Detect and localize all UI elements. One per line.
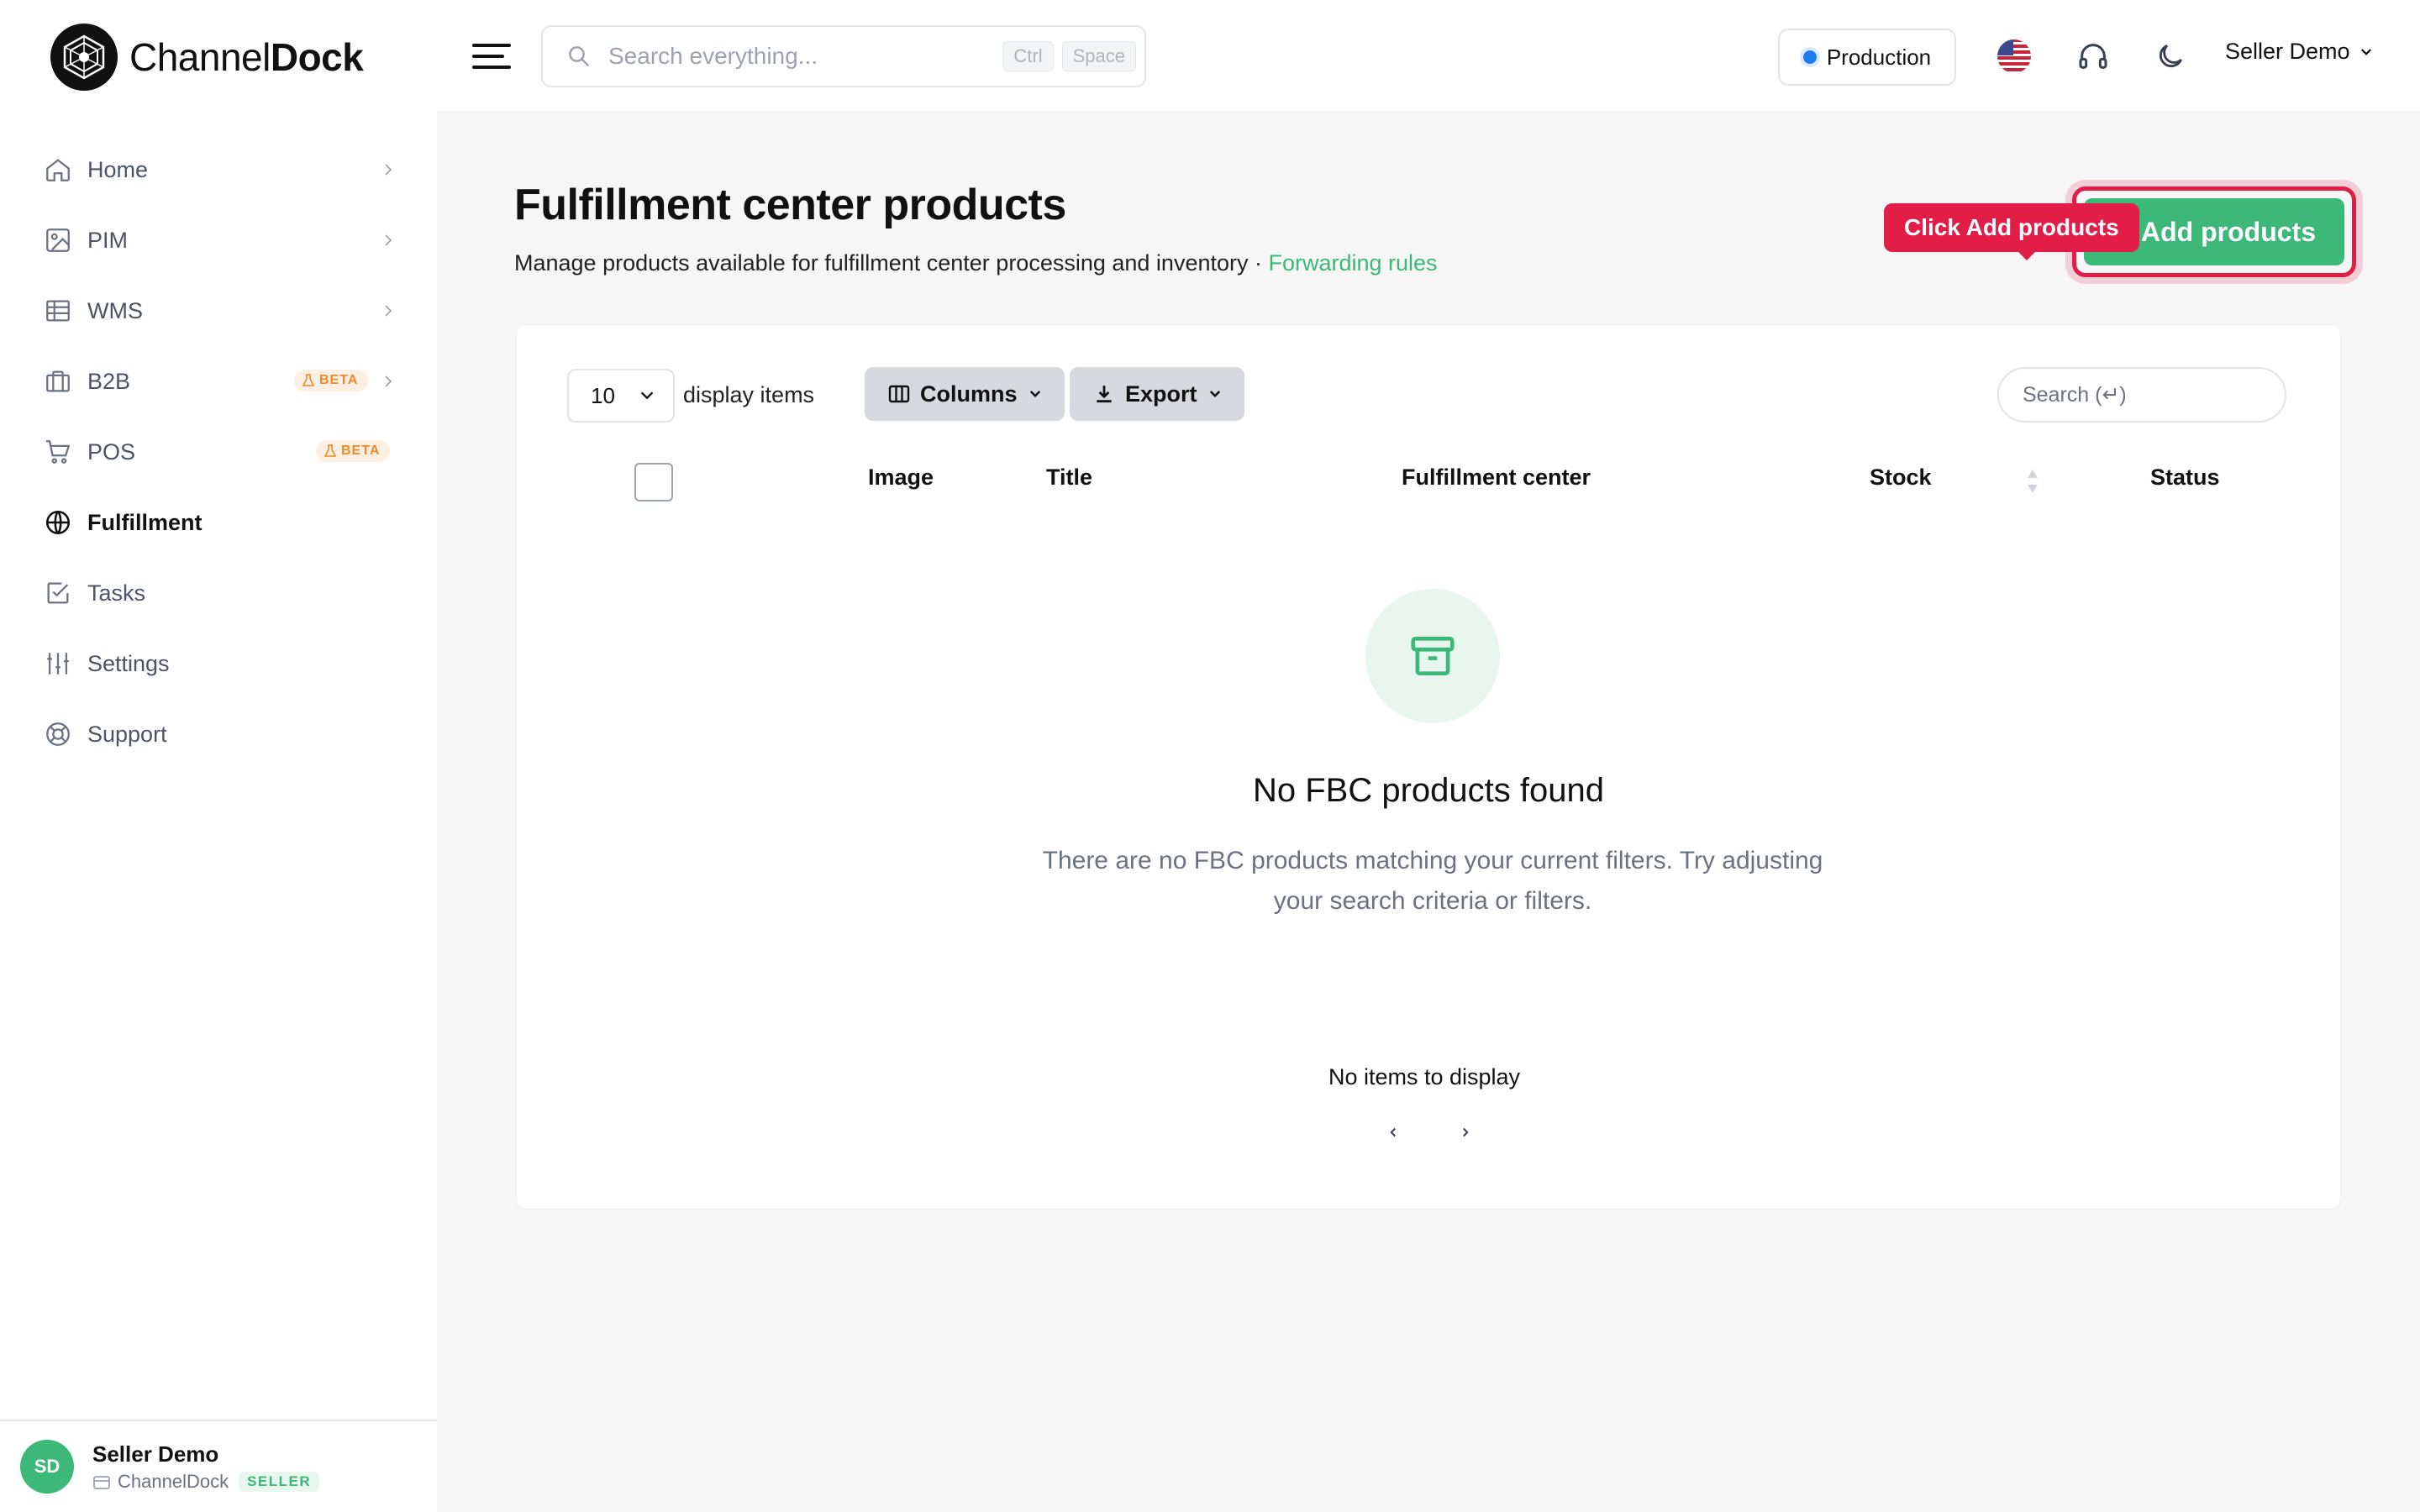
sidebar-item-label: Home [87, 156, 149, 182]
archive-box-icon [1411, 637, 1455, 675]
sidebar-item-label: PIM [87, 227, 129, 253]
user-org-row: ChannelDock SELLER [92, 1470, 320, 1493]
column-header-status[interactable]: Status [2150, 465, 2220, 491]
sidebar-item-b2b[interactable]: B2B BETA [0, 346, 437, 417]
sliders-icon [44, 649, 72, 678]
column-header-stock[interactable]: Stock [1870, 465, 1932, 491]
headset-icon[interactable] [2074, 37, 2112, 76]
sidebar-item-pim[interactable]: PIM [0, 205, 437, 276]
dark-mode-moon-icon[interactable] [2151, 37, 2190, 76]
top-header: Search everything... Ctrl Space Producti… [437, 0, 2420, 111]
sidebar-item-wms[interactable]: WMS [0, 276, 437, 346]
download-icon [1097, 386, 1112, 403]
select-all-checkbox[interactable] [634, 463, 673, 501]
briefcase-icon [44, 367, 72, 396]
table-search-input[interactable]: Search (↵) [1997, 367, 2286, 423]
chevron-down-icon [640, 391, 654, 400]
empty-state-description: There are no FBC products matching your … [1042, 847, 1823, 915]
column-header-title[interactable]: Title [1046, 465, 1092, 491]
sidebar-item-home[interactable]: Home [0, 134, 437, 205]
sort-icon[interactable] [2024, 465, 2041, 498]
page-size-value: 10 [591, 382, 615, 408]
table-search-placeholder: Search (↵) [2023, 383, 2127, 407]
global-search-input[interactable]: Search everything... Ctrl Space [541, 25, 1146, 87]
search-icon [569, 46, 589, 66]
chevron-left-icon [1390, 1127, 1396, 1137]
avatar: SD [20, 1440, 74, 1494]
image-icon [44, 226, 72, 255]
flask-icon [302, 374, 314, 386]
sidebar-item-pos[interactable]: POS BETA [0, 417, 437, 487]
sidebar-item-support[interactable]: Support [0, 699, 437, 769]
sidebar-nav: Home PIM WMS B2B BETA POS BETA Fulfillme… [0, 134, 437, 769]
column-header-fulfillment-center[interactable]: Fulfillment center [1402, 465, 1591, 491]
empty-state-title: No FBC products found [1253, 772, 1604, 809]
home-icon [44, 155, 72, 184]
sidebar-item-label: B2B [87, 368, 131, 394]
user-menu-label: Seller Demo [2225, 39, 2350, 64]
language-flag-icon[interactable] [1995, 37, 2033, 76]
building-icon [93, 1475, 110, 1489]
hamburger-menu-icon[interactable] [471, 35, 513, 77]
sidebar-item-label: Support [87, 721, 167, 747]
user-menu-button[interactable]: Seller Demo [2225, 39, 2374, 65]
export-button[interactable]: Export [1070, 367, 1244, 421]
globe-icon [44, 508, 72, 537]
sidebar-item-label: Fulfillment [87, 509, 203, 535]
page-title: Fulfillment center products [514, 181, 1066, 229]
chevron-down-icon [1209, 391, 1220, 398]
chevron-right-icon [385, 375, 392, 387]
sidebar-item-settings[interactable]: Settings [0, 628, 437, 699]
shortcut-key-space: Space [1061, 41, 1136, 71]
shortcut-key-ctrl: Ctrl [1002, 41, 1054, 71]
beta-badge: BETA [294, 370, 369, 391]
brand-logo[interactable]: ChannelDock [50, 24, 364, 91]
columns-button[interactable]: Columns [865, 367, 1065, 421]
search-placeholder: Search everything... [608, 43, 818, 69]
check-square-icon [44, 579, 72, 607]
chevron-down-icon [2360, 48, 2371, 55]
role-badge: SELLER [239, 1471, 320, 1492]
user-name: Seller Demo [92, 1441, 219, 1467]
forwarding-rules-link[interactable]: Forwarding rules [1268, 250, 1437, 276]
chevron-right-icon [385, 234, 392, 246]
sidebar-item-label: WMS [87, 297, 143, 323]
no-items-text: No items to display [1328, 1064, 1521, 1089]
sidebar-item-label: Settings [87, 650, 170, 676]
empty-state-illustration [1365, 589, 1500, 723]
columns-label: Columns [920, 381, 1018, 407]
user-org: ChannelDock [118, 1470, 229, 1492]
chevron-right-icon [385, 305, 392, 317]
guide-tooltip: Click Add products [1884, 203, 2139, 260]
products-table-card: 10 display items Columns Export Search (… [516, 324, 2341, 1210]
pagination-next[interactable] [1453, 1120, 1478, 1145]
table-icon [44, 297, 72, 325]
brand-name: ChannelDock [129, 35, 364, 79]
page-size-select[interactable]: 10 [567, 369, 675, 423]
user-meta: Seller Demo ChannelDock SELLER [92, 1441, 320, 1493]
sidebar: ChannelDock Home PIM WMS B2B BETA POS BE… [0, 0, 437, 1512]
logo-mark-icon [50, 24, 118, 91]
lifebuoy-icon [44, 720, 72, 748]
beta-badge: BETA [316, 440, 391, 462]
environment-status-dot [1802, 50, 1817, 64]
sidebar-item-fulfillment[interactable]: Fulfillment [0, 487, 437, 558]
pagination-prev[interactable] [1381, 1120, 1406, 1145]
environment-switcher[interactable]: Production [1778, 29, 1956, 86]
page-subtitle: Manage products available for fulfillmen… [514, 250, 1438, 276]
sidebar-item-label: POS [87, 438, 136, 465]
columns-icon [888, 385, 910, 403]
environment-label: Production [1826, 44, 1932, 70]
flask-icon [324, 444, 336, 457]
chevron-right-icon [385, 164, 392, 176]
display-items-label: display items [683, 382, 815, 407]
sidebar-item-label: Tasks [87, 580, 146, 606]
sidebar-item-tasks[interactable]: Tasks [0, 558, 437, 628]
chevron-right-icon [1463, 1127, 1469, 1137]
chevron-down-icon [1029, 391, 1040, 398]
column-header-image[interactable]: Image [868, 465, 934, 491]
sidebar-user-card[interactable]: SD Seller Demo ChannelDock SELLER [0, 1420, 437, 1512]
export-label: Export [1125, 381, 1197, 407]
cart-icon [44, 438, 72, 466]
